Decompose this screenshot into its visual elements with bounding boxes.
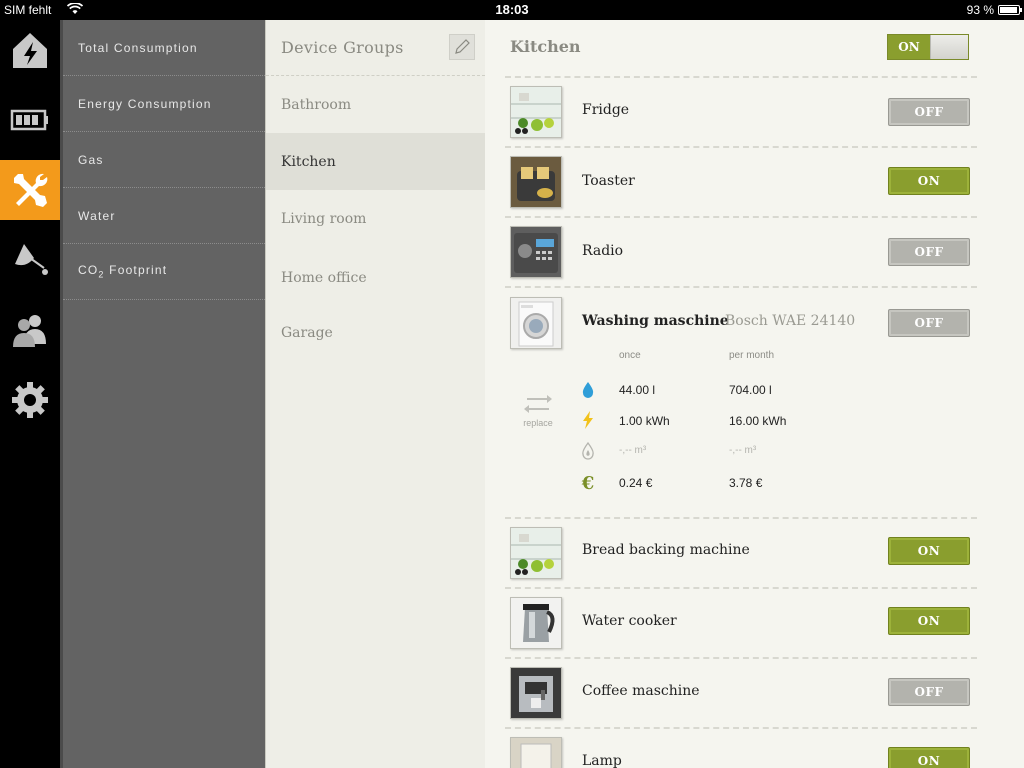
lightning-house-icon [13,33,47,68]
menu-item-water[interactable]: Water [63,188,265,244]
swap-arrows-icon [524,395,552,413]
master-toggle-knob [930,35,968,59]
device-thumbnail-kettle [510,597,562,649]
device-name: Radio [582,243,624,259]
device-toggle-radio[interactable]: OFF [888,238,970,266]
rail-item-devices[interactable] [0,160,66,220]
devices-panel: Kitchen ON Fridge OFF Toaster ON Radio O… [485,20,1024,768]
cost-once: 0.24 € [619,476,653,490]
column-header-per-month: per month [729,350,775,361]
lamp-icon [15,244,48,275]
device-name: Fridge [582,102,630,118]
device-consumption-detail: replace once per month 44.00 l 704.00 l … [505,350,977,520]
menu-item-gas[interactable]: Gas [63,132,265,188]
device-toggle-water-cooker[interactable]: ON [888,607,970,635]
menu-item-co2-footprint[interactable]: CO2 Footprint [63,244,265,300]
replace-label: replace [523,418,553,428]
device-groups-title: Device Groups [281,38,404,57]
group-master-toggle[interactable]: ON [887,34,969,60]
clock: 18:03 [495,2,529,17]
gas-per-month: -,-- m³ [729,445,757,456]
device-name: Lamp [582,753,622,768]
device-toggle-coffee-machine[interactable]: OFF [888,678,970,706]
device-thumbnail-lamp [510,737,562,768]
device-model: Bosch WAE 24140 [725,313,856,329]
rail-item-battery[interactable] [0,90,60,150]
pencil-icon [455,39,470,54]
device-groups-panel: Device Groups Bathroom Kitchen Living ro… [265,20,485,768]
device-thumbnail-toaster [510,156,562,208]
group-item-garage[interactable]: Garage [266,308,485,358]
edit-groups-button[interactable] [449,34,475,60]
device-name: Toaster [582,173,635,189]
device-row-lamp[interactable]: Lamp ON [505,727,977,768]
euro-icon: € [581,472,595,494]
energy-once: 1.00 kWh [619,414,670,428]
device-row-coffee-machine[interactable]: Coffee maschine OFF [505,657,977,727]
battery-status-icon [998,5,1022,15]
group-item-living-room[interactable]: Living room [266,190,485,248]
battery-icon [10,109,48,131]
device-toggle-lamp[interactable]: ON [888,747,970,768]
group-title: Kitchen [510,37,581,56]
rail-item-settings[interactable] [0,370,60,430]
gas-flame-icon [580,441,596,461]
device-thumbnail-washer [510,297,562,349]
device-thumbnail-coffee [510,667,562,719]
device-name: Water cooker [582,613,677,629]
device-name: Bread backing machine [582,542,750,558]
devices-header: Kitchen ON [485,20,1024,76]
icon-rail [0,20,66,768]
menu-item-energy-consumption[interactable]: Energy Consumption [63,76,265,132]
device-thumbnail-fridge [510,86,562,138]
device-thumbnail-radio [510,226,562,278]
device-toggle-fridge[interactable]: OFF [888,98,970,126]
status-bar: SIM fehlt 18:03 93 % [0,0,1024,20]
device-row-water-cooker[interactable]: Water cooker ON [505,587,977,657]
device-name: Washing maschine [582,313,729,329]
replace-button[interactable]: replace [520,390,556,428]
group-item-home-office[interactable]: Home office [266,248,485,308]
people-icon [13,315,46,347]
water-drop-icon [580,380,596,400]
device-row-radio[interactable]: Radio OFF [505,216,977,286]
lightning-icon [580,410,596,430]
gear-icon [12,382,48,418]
device-row-toaster[interactable]: Toaster ON [505,146,977,216]
group-item-bathroom[interactable]: Bathroom [266,76,485,133]
battery-percentage: 93 % [966,3,994,17]
energy-per-month: 16.00 kWh [729,414,787,428]
gas-once: -,-- m³ [619,445,647,456]
device-row-fridge[interactable]: Fridge OFF [505,76,977,146]
device-thumbnail-bread-machine [510,527,562,579]
rail-item-people[interactable] [0,300,60,360]
group-item-kitchen[interactable]: Kitchen [266,133,485,190]
master-toggle-label: ON [888,35,930,59]
column-header-once: once [619,350,641,361]
rail-item-overview[interactable] [0,20,60,80]
rail-item-lamp[interactable] [0,230,60,290]
device-row-bread-backing-machine[interactable]: Bread backing machine ON [505,517,977,587]
device-toggle-bread-backing-machine[interactable]: ON [888,537,970,565]
device-toggle-washing-machine[interactable]: OFF [888,309,970,337]
device-groups-header: Device Groups [266,20,485,76]
category-menu: Total Consumption Energy Consumption Gas… [60,20,265,768]
menu-item-total-consumption[interactable]: Total Consumption [63,20,265,76]
water-once: 44.00 l [619,383,656,397]
cost-per-month: 3.78 € [729,476,763,490]
menu-item-label: CO2 Footprint [78,263,168,280]
water-per-month: 704.00 l [729,383,772,397]
device-name: Coffee maschine [582,683,700,699]
device-toggle-toaster[interactable]: ON [888,167,970,195]
tools-icon [14,173,48,207]
